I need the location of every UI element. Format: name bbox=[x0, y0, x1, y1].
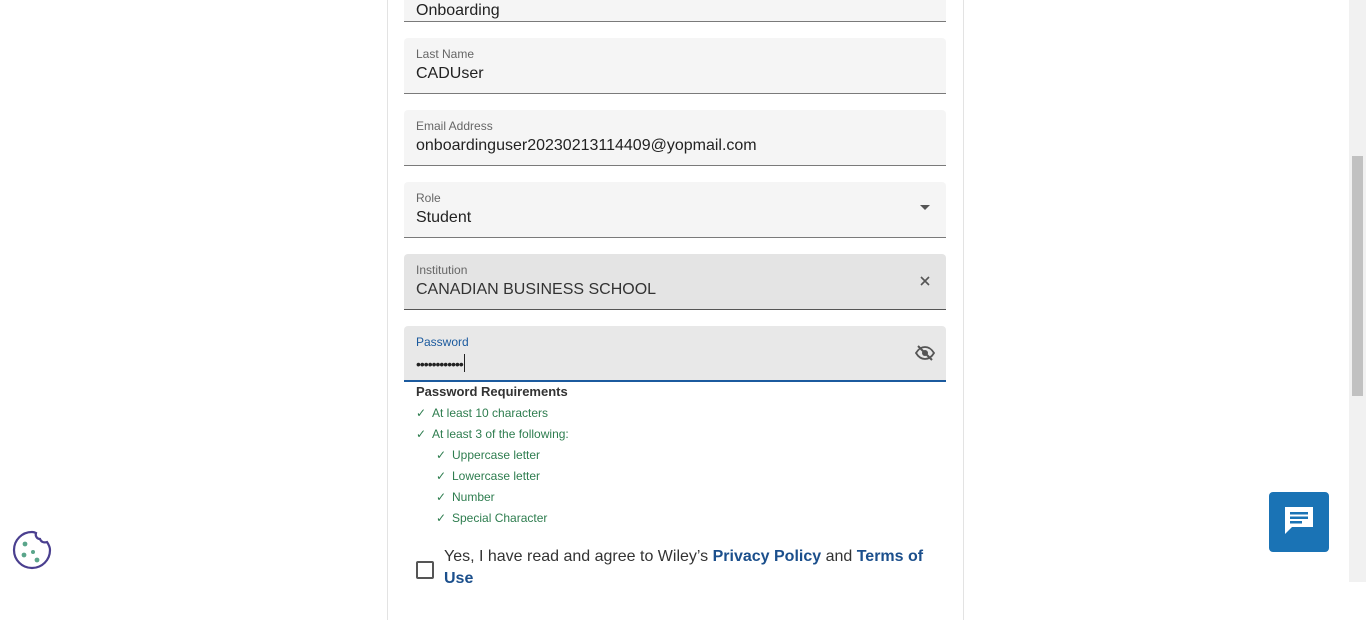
cookie-settings-button[interactable] bbox=[12, 530, 52, 570]
requirement-item: ✓ Special Character bbox=[436, 511, 547, 525]
requirement-item: ✓ Uppercase letter bbox=[436, 448, 540, 462]
institution-field[interactable]: Institution CANADIAN BUSINESS SCHOOL bbox=[404, 254, 946, 310]
password-input[interactable]: •••••••••••• bbox=[416, 354, 465, 372]
check-icon: ✓ bbox=[436, 448, 447, 462]
requirement-item: ✓ Number bbox=[436, 490, 495, 504]
last-name-label: Last Name bbox=[416, 47, 475, 61]
requirement-text: Number bbox=[452, 490, 495, 504]
institution-label: Institution bbox=[416, 263, 468, 277]
page-scrollbar[interactable] bbox=[1349, 0, 1366, 582]
agreement-prefix: Yes, I have read and agree to Wiley’s bbox=[444, 548, 713, 565]
last-name-value: CADUser bbox=[416, 65, 484, 82]
caret-down-icon[interactable] bbox=[914, 197, 936, 219]
agree-checkbox[interactable] bbox=[416, 561, 434, 579]
email-value: onboardinguser20230213114409@yopmail.com bbox=[416, 137, 757, 154]
close-icon[interactable] bbox=[914, 270, 936, 292]
chat-button[interactable] bbox=[1269, 492, 1329, 552]
privacy-policy-link[interactable]: Privacy Policy bbox=[713, 548, 822, 565]
first-name-value: Onboarding bbox=[416, 2, 500, 19]
chat-icon bbox=[1282, 504, 1316, 541]
text-caret bbox=[463, 354, 465, 372]
requirement-text: Special Character bbox=[452, 511, 548, 525]
email-label: Email Address bbox=[416, 119, 493, 133]
requirement-item: ✓ At least 3 of the following: bbox=[416, 427, 569, 441]
email-field[interactable]: Email Address onboardinguser202302131144… bbox=[404, 110, 946, 166]
last-name-field[interactable]: Last Name CADUser bbox=[404, 38, 946, 94]
check-icon: ✓ bbox=[436, 511, 447, 525]
requirement-text: Uppercase letter bbox=[452, 448, 541, 462]
eye-off-icon[interactable] bbox=[914, 342, 936, 364]
check-icon: ✓ bbox=[436, 490, 447, 504]
requirement-text: Lowercase letter bbox=[452, 469, 541, 483]
requirement-text: At least 10 characters bbox=[432, 406, 549, 420]
agreement-text: Yes, I have read and agree to Wiley’s Pr… bbox=[444, 546, 934, 590]
check-icon: ✓ bbox=[416, 406, 427, 420]
first-name-field[interactable]: Onboarding bbox=[404, 0, 946, 22]
check-icon: ✓ bbox=[436, 469, 447, 483]
check-icon: ✓ bbox=[416, 427, 427, 441]
password-masked-value: •••••••••••• bbox=[416, 356, 464, 372]
institution-value: CANADIAN BUSINESS SCHOOL bbox=[416, 281, 657, 298]
requirement-item: ✓ Lowercase letter bbox=[436, 469, 540, 483]
role-select[interactable]: Role Student bbox=[404, 182, 946, 238]
requirement-item: ✓ At least 10 characters bbox=[416, 406, 548, 420]
requirement-text: At least 3 of the following: bbox=[432, 427, 569, 441]
password-requirements-title: Password Requirements bbox=[416, 384, 568, 399]
role-label: Role bbox=[416, 191, 441, 205]
cookie-icon bbox=[12, 530, 52, 574]
agreement-and: and bbox=[821, 548, 857, 565]
password-field[interactable]: Password •••••••••••• bbox=[404, 326, 946, 382]
role-value: Student bbox=[416, 209, 472, 226]
scrollbar-thumb[interactable] bbox=[1352, 156, 1363, 396]
password-label: Password bbox=[416, 335, 469, 349]
